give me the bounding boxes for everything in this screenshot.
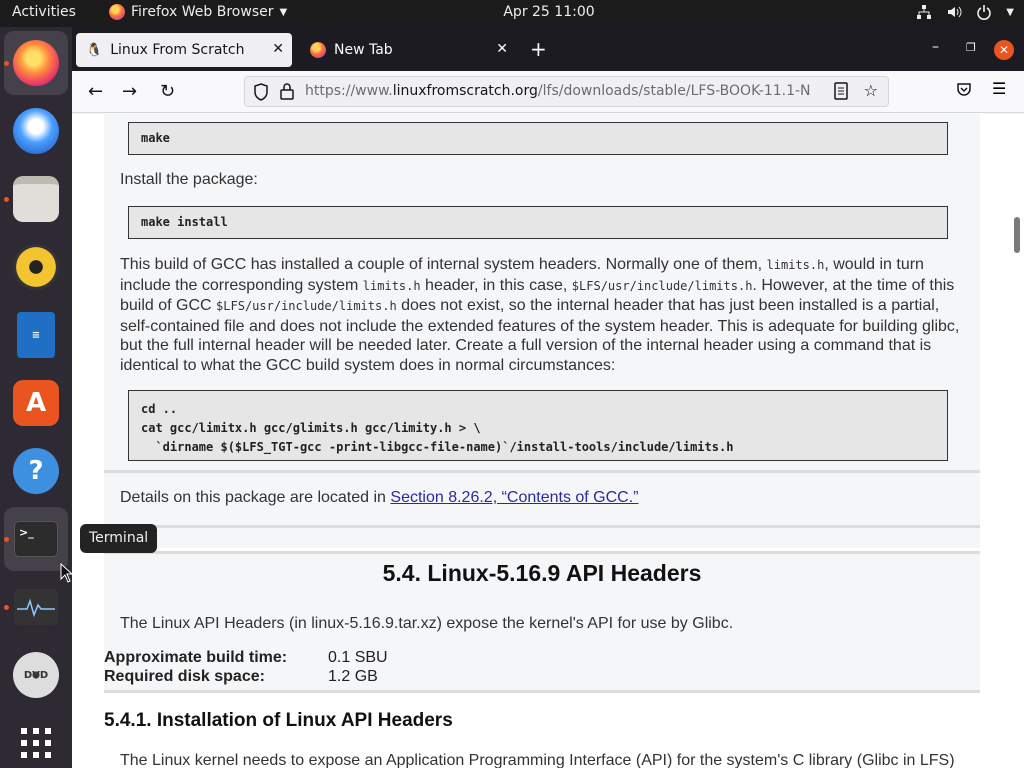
top-bar: Activities Firefox Web Browser ▼ Apr 25 … (0, 0, 1024, 27)
hamburger-menu-icon[interactable]: ☰ (992, 79, 1006, 98)
reader-view-icon[interactable] (834, 82, 848, 100)
clock[interactable]: Apr 25 11:00 (0, 4, 1024, 20)
gcc-headers-paragraph: This build of GCC has installed a couple… (120, 255, 960, 375)
contents-of-gcc-link[interactable]: Section 8.26.2, “Contents of GCC.” (390, 489, 638, 506)
files-icon (13, 176, 59, 222)
shield-icon[interactable] (253, 83, 269, 101)
para-text: header, in this case, (420, 276, 572, 294)
back-button[interactable]: ← (88, 81, 103, 102)
dock-tooltip: Terminal (80, 524, 158, 553)
inline-code: $LFS/usr/include/limits.h (571, 278, 753, 293)
section-intro: The Linux API Headers (in linux-5.16.9.t… (120, 615, 734, 632)
dock-software[interactable]: A (4, 371, 68, 435)
details-text: Details on this package are located in (120, 489, 391, 506)
dock-files[interactable] (4, 167, 68, 231)
power-icon (977, 5, 992, 20)
divider (104, 525, 980, 528)
disk-space-row: Required disk space: 1.2 GB (104, 668, 378, 686)
para-text: This build of GCC has installed a couple… (120, 256, 767, 273)
writer-icon: ≡ (17, 312, 55, 358)
volume-icon (948, 6, 962, 18)
section-title: 5.4. Linux-5.16.9 API Headers (382, 560, 702, 586)
tray-caret-icon: ▼ (1006, 6, 1014, 18)
dock-rhythmbox[interactable] (4, 235, 68, 299)
network-icon (917, 5, 932, 19)
software-icon: A (13, 380, 59, 426)
disk-space-value: 1.2 GB (328, 668, 378, 685)
url-path: /lfs/downloads/stable/LFS-BOOK-11.1-N (537, 83, 811, 99)
lock-icon[interactable] (279, 82, 295, 100)
close-tab-icon[interactable]: ✕ (496, 41, 508, 57)
subsection-intro: The Linux kernel needs to expose an Appl… (120, 752, 955, 768)
code-line: cd .. (141, 402, 178, 416)
pocket-icon[interactable] (956, 81, 972, 97)
build-time-value: 0.1 SBU (328, 649, 388, 666)
install-label: Install the package: (120, 171, 258, 188)
code-block-make[interactable]: make (128, 122, 948, 155)
tab-title: Linux From Scratch (110, 42, 245, 58)
scrollbar-thumb[interactable] (1014, 217, 1020, 253)
minimize-button[interactable]: – (932, 39, 939, 55)
dock-terminal[interactable]: >_ (4, 507, 68, 571)
navigation-toolbar: ← → ↻ https://www.linuxfromscratch.org/l… (72, 71, 1024, 113)
code-line: `dirname $($LFS_TGT-gcc -print-libgcc-fi… (141, 440, 734, 454)
code-line: cat gcc/limitx.h gcc/glimits.h gcc/limit… (141, 421, 481, 435)
url-host: linuxfromscratch.org (392, 83, 538, 99)
url-bar[interactable]: https://www.linuxfromscratch.org/lfs/dow… (244, 76, 889, 107)
tab-title: New Tab (334, 42, 393, 58)
details-paragraph: Details on this package are located in S… (120, 488, 960, 508)
tab-new-tab[interactable]: New Tab ✕ (300, 33, 516, 67)
system-tray[interactable]: ▼ (916, 4, 1014, 20)
url-scheme: https://www. (305, 83, 393, 99)
inline-code: limits.h (362, 278, 421, 293)
code-block-limits[interactable]: cd .. cat gcc/limitx.h gcc/glimits.h gcc… (128, 390, 948, 461)
disk-space-label: Required disk space: (104, 668, 265, 685)
new-tab-button[interactable]: + (530, 37, 547, 61)
forward-button[interactable]: → (122, 81, 137, 102)
rhythmbox-icon (13, 244, 59, 290)
page-content: make Install the package: make install T… (72, 114, 1024, 768)
firefox-icon (13, 40, 59, 86)
system-monitor-icon (14, 589, 58, 625)
tab-linux-from-scratch[interactable]: 🐧 Linux From Scratch ✕ (76, 33, 292, 67)
inline-code: $LFS/usr/include/limits.h (216, 299, 397, 313)
build-time-row: Approximate build time: 0.1 SBU (104, 649, 388, 667)
dock-dvd[interactable]: DVD (4, 643, 68, 707)
code-text: make (141, 131, 170, 145)
help-icon: ? (13, 448, 59, 494)
divider (104, 470, 980, 473)
build-time-label: Approximate build time: (104, 649, 288, 666)
dock-help[interactable]: ? (4, 439, 68, 503)
url-text[interactable]: https://www.linuxfromscratch.org/lfs/dow… (305, 83, 830, 99)
mouse-cursor-icon (60, 563, 74, 583)
bookmark-star-icon[interactable]: ☆ (864, 81, 878, 100)
maximize-button[interactable]: ❐ (966, 41, 976, 54)
close-tab-icon[interactable]: ✕ (272, 41, 284, 57)
tab-bar: 🐧 Linux From Scratch ✕ New Tab ✕ + – ❐ ✕ (72, 27, 1024, 71)
thunderbird-icon (13, 108, 59, 154)
running-indicator (4, 537, 9, 542)
dock-writer[interactable]: ≡ (4, 303, 68, 367)
divider (104, 690, 980, 693)
running-indicator (4, 61, 9, 66)
dock: ≡ A ? >_ DVD (0, 27, 72, 768)
dock-thunderbird[interactable] (4, 99, 68, 163)
subsection-title: 5.4.1. Installation of Linux API Headers (104, 710, 453, 731)
dvd-icon: DVD (13, 652, 59, 698)
running-indicator (4, 605, 9, 610)
firefox-favicon-icon (310, 42, 326, 58)
dock-system-monitor[interactable] (4, 575, 68, 639)
terminal-icon: >_ (14, 521, 58, 557)
lfs-favicon-icon: 🐧 (86, 42, 103, 58)
code-block-make-install[interactable]: make install (128, 206, 948, 239)
show-apps-icon (21, 728, 51, 758)
dock-firefox[interactable] (4, 31, 68, 95)
running-indicator (4, 197, 9, 202)
reload-button[interactable]: ↻ (160, 81, 175, 102)
dock-show-apps[interactable] (4, 711, 68, 768)
firefox-window: 🐧 Linux From Scratch ✕ New Tab ✕ + – ❐ ✕… (72, 27, 1024, 768)
close-window-button[interactable]: ✕ (994, 40, 1014, 60)
inline-code: limits.h (766, 258, 825, 272)
code-text: make install (141, 215, 228, 229)
